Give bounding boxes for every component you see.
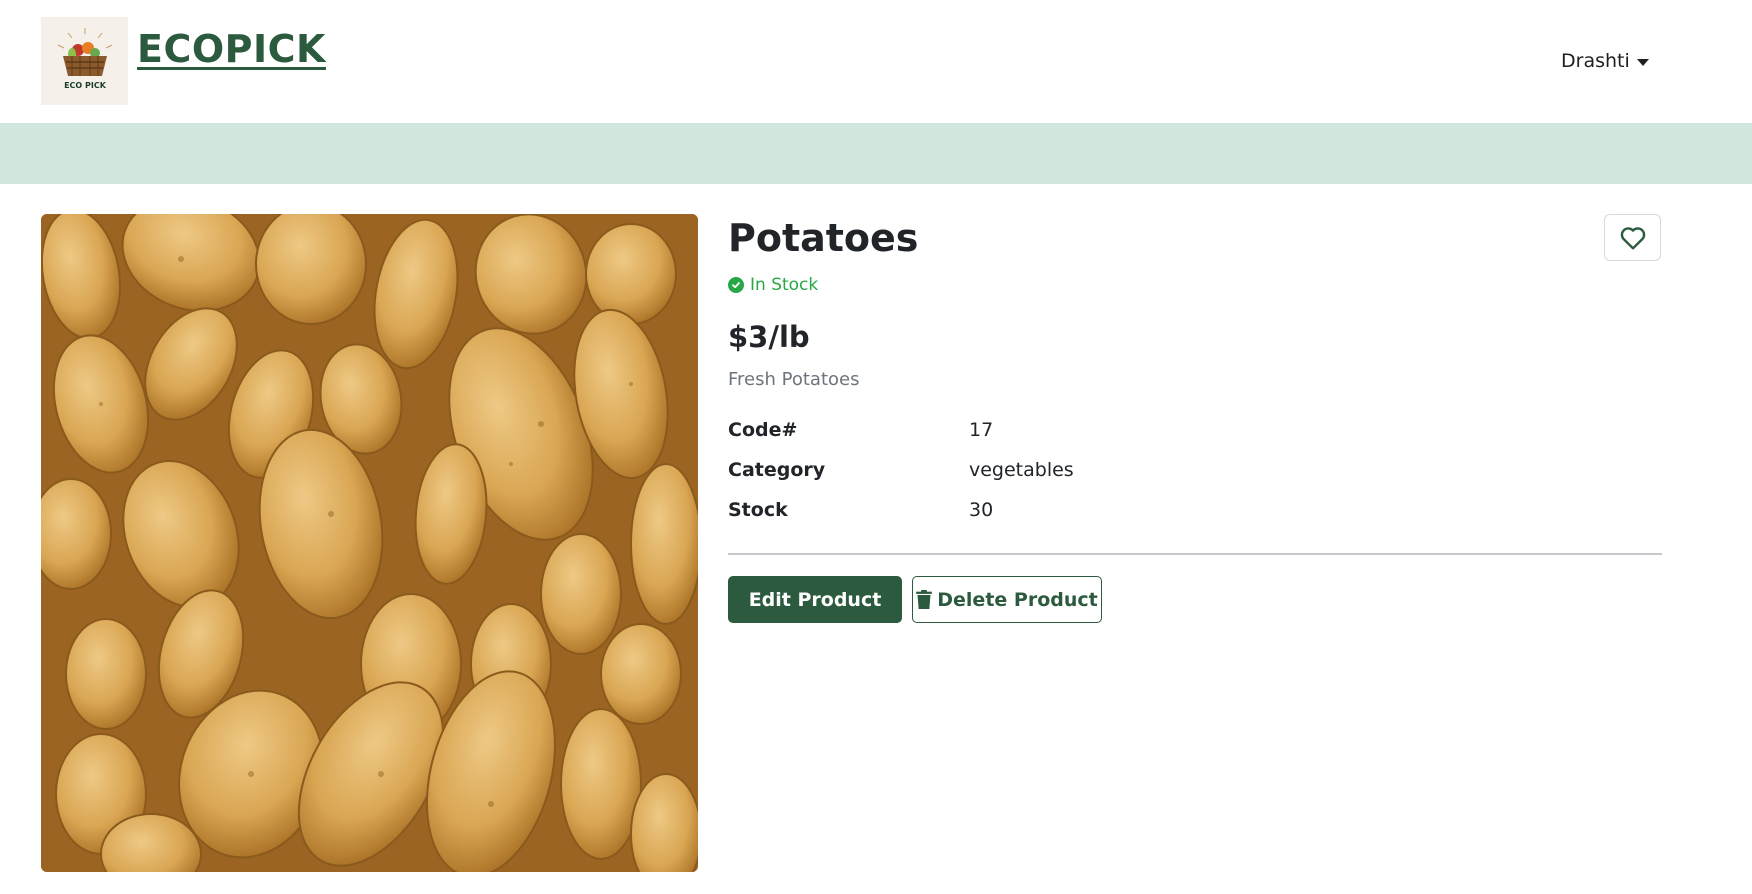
basket-logo-icon: ECO PICK [57,28,112,90]
site-header: ECO PICK ECOPICK Drashti [0,0,1752,123]
product-price: $3/lb [728,320,810,354]
header-band [0,123,1752,184]
spec-value: 17 [969,419,994,441]
favorite-button[interactable] [1604,214,1661,261]
heart-outline-icon [1620,226,1645,249]
logo[interactable]: ECO PICK [41,17,128,105]
spec-value: 30 [969,499,994,521]
spec-label: Code# [728,419,798,441]
stock-status: In Stock [728,275,818,295]
brand-link[interactable]: ECOPICK [137,27,326,71]
user-name: Drashti [1561,50,1630,72]
delete-product-label: Delete Product [937,588,1098,611]
user-menu-toggle[interactable]: Drashti [1561,50,1649,72]
delete-product-button[interactable]: Delete Product [912,576,1102,623]
spec-label: Stock [728,499,788,521]
edit-product-button[interactable]: Edit Product [728,576,902,623]
spec-value: vegetables [969,459,1074,481]
trash-icon [916,590,933,609]
product-description: Fresh Potatoes [728,369,860,390]
product-title: Potatoes [728,216,919,260]
product-image [41,214,698,872]
svg-text:ECO PICK: ECO PICK [64,81,107,90]
check-circle-icon [728,277,744,293]
divider [728,553,1662,555]
caret-down-icon [1636,58,1649,66]
spec-label: Category [728,459,826,481]
stock-status-label: In Stock [750,275,819,295]
